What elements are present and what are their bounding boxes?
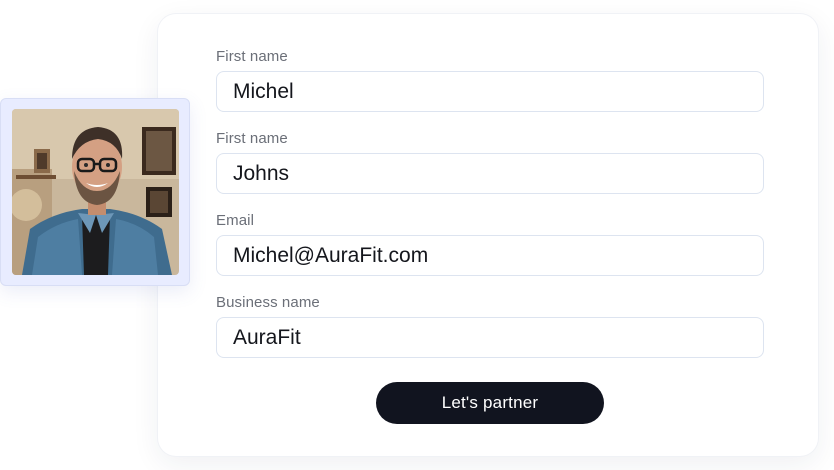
first-name-label: First name [216, 48, 288, 65]
last-name-input[interactable] [216, 153, 764, 194]
email-input[interactable] [216, 235, 764, 276]
last-name-label: First name [216, 130, 288, 147]
profile-photo [12, 109, 179, 275]
lets-partner-button[interactable]: Let's partner [376, 382, 604, 424]
partner-signup-widget: First name First name Email Business nam… [0, 0, 834, 470]
business-name-label: Business name [216, 294, 320, 311]
first-name-input[interactable] [216, 71, 764, 112]
profile-photo-frame [0, 98, 190, 286]
business-name-input[interactable] [216, 317, 764, 358]
person-portrait-image [12, 109, 179, 275]
email-label: Email [216, 212, 255, 229]
